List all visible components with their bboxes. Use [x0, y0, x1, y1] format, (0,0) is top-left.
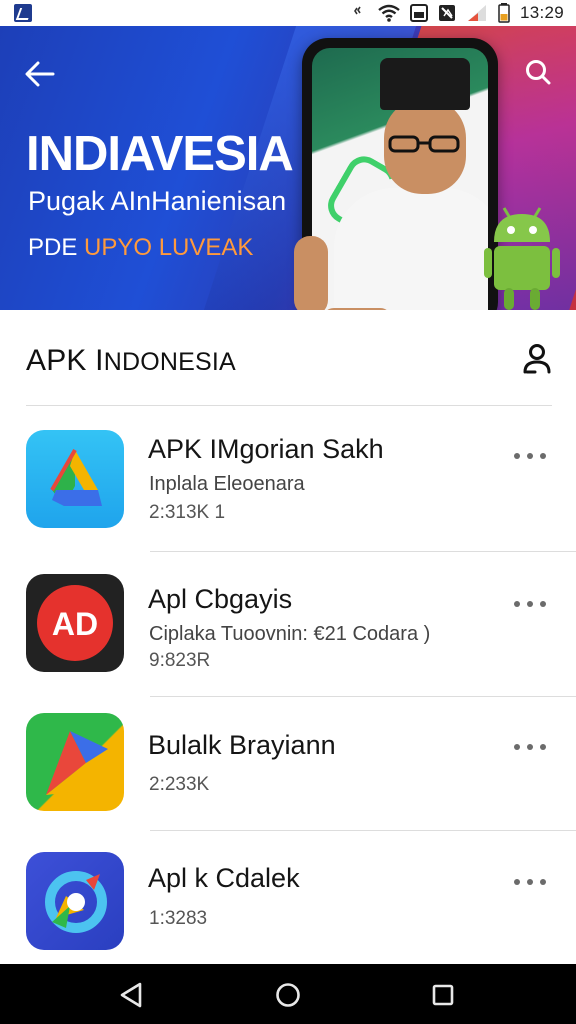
- section-title-prefix: APK I: [26, 344, 104, 377]
- app-size: 2:233K: [149, 774, 210, 795]
- status-icons: 13:29: [353, 3, 564, 23]
- android-robot-icon: [484, 207, 560, 310]
- more-dot-icon: [527, 879, 533, 885]
- user-icon: [523, 344, 551, 374]
- glasses-icon: [388, 135, 460, 153]
- square-recents-icon: [432, 984, 454, 1006]
- more-dot-icon: [540, 601, 546, 607]
- screen-icon: [409, 4, 428, 22]
- app-name: Bulalk Brayiann: [148, 730, 336, 760]
- wifi-icon: [378, 4, 400, 22]
- blue-ring-icon: [26, 852, 124, 950]
- ad-badge-icon: AD: [26, 574, 124, 672]
- vibrate-icon: [353, 6, 361, 15]
- more-options-button[interactable]: [514, 448, 546, 464]
- search-icon: [526, 60, 551, 85]
- banner-subtitle: Pugak AInHanienisan: [28, 186, 287, 216]
- search-button[interactable]: [518, 52, 558, 92]
- drive-triangle-icon: [26, 430, 124, 528]
- signal-icon: [467, 5, 486, 21]
- app-name: APK IMgorian Sakh: [148, 434, 384, 464]
- svg-text:AD: AD: [52, 606, 98, 642]
- color-arrow-icon: [26, 713, 124, 811]
- app-size: 1:3283: [149, 908, 208, 929]
- navigation-bar: [0, 964, 576, 1024]
- nav-back-button[interactable]: [114, 978, 148, 1012]
- nav-recents-button[interactable]: [426, 978, 460, 1012]
- app-name: Apl k Cdalek: [148, 863, 300, 893]
- battery-icon: [498, 3, 510, 23]
- circle-home-icon: [276, 983, 300, 1007]
- more-dot-icon: [527, 744, 533, 750]
- banner-title: INDIAVESIA: [26, 127, 294, 181]
- banner-tagline-prefix: PDE: [28, 234, 85, 261]
- app-list-item[interactable]: Bulalk Brayiann 2:233K: [0, 697, 576, 841]
- more-dot-icon: [514, 744, 520, 750]
- banner-tagline: PDE UPYO LUVEAK: [28, 234, 253, 262]
- app-list-item[interactable]: Apl k Cdalek 1:3283: [0, 832, 576, 976]
- more-dot-icon: [514, 453, 520, 459]
- more-dot-icon: [540, 879, 546, 885]
- more-dot-icon: [527, 453, 533, 459]
- more-dot-icon: [540, 744, 546, 750]
- more-options-button[interactable]: [514, 874, 546, 890]
- hero-banner: INDIAVESIA Pugak AInHanienisan PDE UPYO …: [0, 26, 576, 310]
- app-list-item[interactable]: AD Apl Cbgayis Ciplaka Tuoovnin: €21 Cod…: [0, 552, 576, 697]
- notification-app-icon: [14, 4, 32, 22]
- section-title: APK INDONESIA: [26, 344, 236, 378]
- status-bar: 13:29: [0, 0, 576, 26]
- back-button[interactable]: [20, 54, 60, 94]
- section-header: APK INDONESIA: [0, 310, 576, 406]
- account-button[interactable]: [520, 340, 554, 378]
- app-name: Apl Cbgayis: [148, 584, 293, 614]
- more-options-button[interactable]: [514, 739, 546, 755]
- app-description: Inplala Eleoenara: [149, 473, 305, 495]
- more-dot-icon: [540, 453, 546, 459]
- more-options-button[interactable]: [514, 596, 546, 612]
- app-size: 2:313K 1: [149, 502, 226, 523]
- row-divider: [150, 830, 576, 831]
- section-title-rest: NDONESIA: [103, 348, 236, 376]
- triangle-back-icon: [120, 982, 142, 1008]
- phone-mockup: [302, 38, 498, 310]
- nav-home-button[interactable]: [271, 978, 305, 1012]
- app-size: 9:823R: [149, 650, 211, 671]
- more-dot-icon: [527, 601, 533, 607]
- app-description: Ciplaka Tuoovnin: €21 Codara ): [149, 623, 431, 645]
- more-dot-icon: [514, 601, 520, 607]
- no-sim-icon: [438, 5, 455, 21]
- status-time: 13:29: [519, 3, 564, 22]
- app-list-item[interactable]: APK IMgorian Sakh Inplala Eleoenara 2:31…: [0, 406, 576, 552]
- banner-tagline-highlight: UPYO LUVEAK: [84, 234, 254, 261]
- more-dot-icon: [514, 879, 520, 885]
- arrow-left-icon: [25, 61, 55, 87]
